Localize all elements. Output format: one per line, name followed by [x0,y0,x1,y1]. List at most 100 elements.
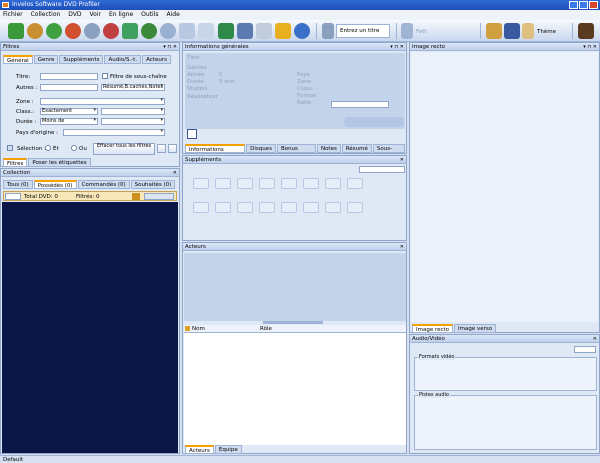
close-button[interactable] [589,1,598,9]
save-filter-icon[interactable] [168,144,177,153]
or-radio[interactable] [71,145,77,151]
tab-crew[interactable]: Equipe [214,445,242,454]
subchain-checkbox[interactable] [102,73,108,79]
menu-en-ligne[interactable]: En ligne [109,10,133,20]
printer-icon[interactable] [256,23,272,39]
cover-image-area [411,52,598,322]
field-year: Année [187,72,205,78]
disc-icon[interactable] [27,23,43,39]
tab-hidden-bonus[interactable]: Bonus cachés [276,144,316,161]
view-mode-dropdown[interactable] [5,193,21,200]
supplements-view-toggle[interactable] [359,166,405,173]
add-icon[interactable] [46,23,62,39]
film-icon[interactable] [218,23,234,39]
cover-thumbnail-icon[interactable] [187,129,197,139]
tab-wished[interactable]: Souhaités (0) [130,180,176,189]
col-role[interactable]: Rôle [260,326,272,332]
zone-select[interactable] [40,98,165,105]
rating-icons [344,117,404,127]
tab-actors[interactable]: Acteurs [142,55,171,64]
or-label: Ou [79,146,87,152]
gear-icon[interactable] [84,23,100,39]
help-icon[interactable] [294,23,310,39]
title-input[interactable] [40,73,98,80]
enter-title-field[interactable]: Entrez un titre [336,24,390,38]
panel-pin-close-icon[interactable]: ▾ ⊓ ✕ [583,43,597,51]
panel-close-icon[interactable]: ✕ [400,243,404,251]
class-mode-select[interactable]: Exactement [40,108,98,115]
movie-clapper-icon[interactable] [578,23,594,39]
tab-all[interactable]: Tous (0) [3,180,33,189]
tab-ordered[interactable]: Commandés (0) [77,180,130,189]
audio-video-view-toggle[interactable] [574,346,596,353]
supplements-panel: Suppléments ✕ [182,155,407,241]
zone-label: Zone : [16,99,34,105]
tab-general-info[interactable]: Informations générales [185,144,246,162]
download-icon[interactable] [122,23,138,39]
tab-actors-list[interactable]: Acteurs [185,445,214,454]
tab-supplements[interactable]: Suppléments [59,55,104,64]
save-icon[interactable] [504,23,520,39]
menu-dvd[interactable]: DVD [68,10,81,20]
total-dvd-label: Total DVD: 0 [24,194,58,200]
view-toggle-buttons[interactable] [144,193,174,200]
tab-audio[interactable]: Audio/S.-t. [104,55,142,64]
theme-icon[interactable] [522,23,534,39]
search-icon[interactable] [160,23,176,39]
tab-summary[interactable]: Résumé [341,144,372,153]
star-outline-icon[interactable] [198,23,214,39]
and-label: Et [53,146,59,152]
filter-icon[interactable] [401,23,413,39]
duration-mode-select[interactable]: Moins de [40,118,98,125]
supplement-icon [193,178,209,189]
list-icon[interactable] [237,23,253,39]
barcode-icon[interactable] [322,23,334,39]
star-icon[interactable] [179,23,195,39]
tab-discs[interactable]: Disques [246,144,276,153]
stop-icon[interactable] [103,23,119,39]
maximize-button[interactable] [579,1,588,9]
dvd-list[interactable] [2,202,178,453]
menu-outils[interactable]: Outils [141,10,158,20]
splitter-handle[interactable] [263,321,323,324]
refresh-icon[interactable] [8,23,24,39]
duration-select[interactable] [101,118,165,125]
panel-close-icon[interactable]: ✕ [173,169,177,177]
actors-list[interactable] [184,333,406,445]
tab-front-image[interactable]: Image recto [412,324,454,333]
tab-subtitles[interactable]: Sous-titres [372,144,405,161]
theme-button[interactable]: Thème [537,29,556,35]
chart-icon[interactable] [275,23,291,39]
panel-close-icon[interactable]: ✕ [593,335,597,343]
wishlist-icon[interactable] [132,193,140,200]
others-input[interactable] [40,84,98,91]
open-folder-icon[interactable] [157,144,166,153]
tab-notes[interactable]: Notes [316,144,341,153]
tab-tags[interactable]: Poser les étiquettes [28,158,91,167]
panel-pin-close-icon[interactable]: ▾ ⊓ ✕ [163,43,177,51]
minimize-button[interactable] [569,1,578,9]
tab-back-image[interactable]: Image verso [454,324,497,333]
tab-general[interactable]: Général [3,55,33,64]
tab-genre[interactable]: Genre [33,55,59,64]
and-radio[interactable] [45,145,51,151]
upload-icon[interactable] [141,23,157,39]
panel-close-icon[interactable]: ✕ [400,156,404,164]
tab-owned[interactable]: Possédés (0) [33,180,77,189]
tab-filters[interactable]: Filtres [3,158,28,167]
menu-collection[interactable]: Collection [31,10,61,20]
col-name[interactable]: Nom [192,326,205,332]
remove-icon[interactable] [65,23,81,39]
menu-fichier[interactable]: Fichier [3,10,23,20]
filter-dropdown-label[interactable]: Fett [416,29,427,35]
class-select[interactable] [101,108,165,115]
edit-icon[interactable] [486,23,502,39]
clear-all-filters-button[interactable]: Effacer tous les filtres [93,143,155,155]
menu-aide[interactable]: Aide [166,10,179,20]
country-select[interactable] [63,129,165,136]
panel-pin-close-icon[interactable]: ▾ ⊓ ✕ [390,43,404,51]
others-select[interactable]: Résumé,B.cachés,Notes [101,84,165,91]
menu-voir[interactable]: Voir [90,10,101,20]
location-select[interactable] [331,101,389,108]
supplements-header: Suppléments ✕ [183,156,406,164]
